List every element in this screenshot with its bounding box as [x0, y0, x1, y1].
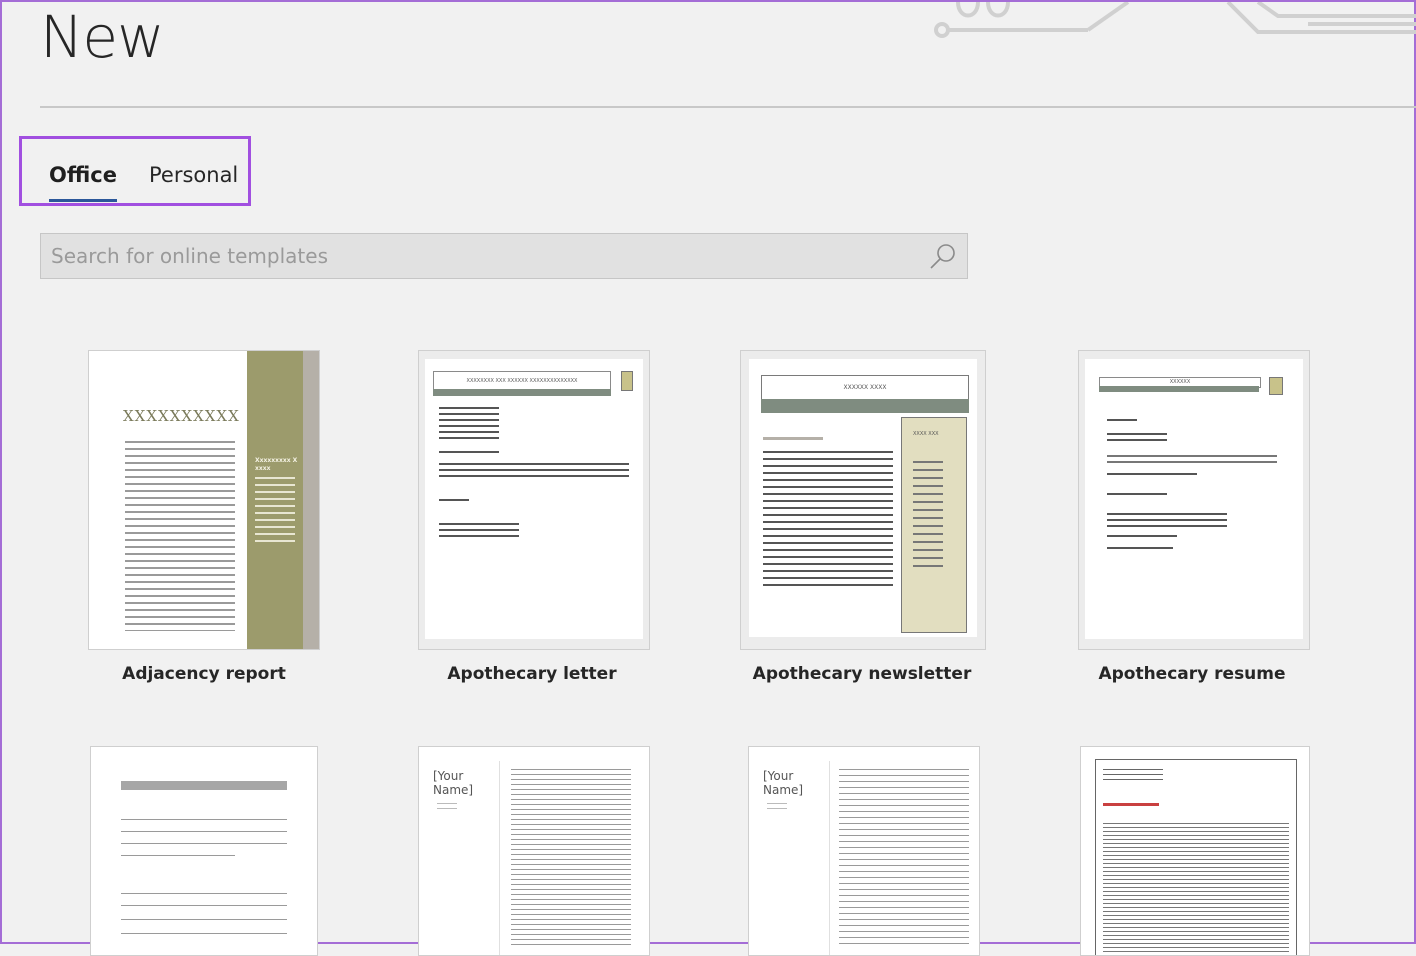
template-thumbnail: [Your Name] [418, 746, 650, 956]
thumb-title: [Your Name] [433, 769, 474, 797]
search-icon[interactable] [929, 242, 957, 270]
template-name: Apothecary newsletter [752, 664, 972, 684]
template-thumbnail [90, 746, 318, 956]
template-name: Adjacency report [122, 664, 286, 684]
template-thumbnail: XXXXXXXXXX Xxxxxxxxx X xxxx [88, 350, 320, 650]
tab-personal-label: Personal [149, 163, 239, 187]
tab-personal[interactable]: Personal [149, 163, 238, 187]
thumb-title: XXXXXX XXXX [761, 375, 969, 401]
page-title: New [40, 3, 165, 71]
template-tabs: Office Personal [19, 136, 251, 206]
template-name: Apothecary letter [447, 664, 617, 684]
template-thumbnail: XXXXXXXX XXX XXXXXX XXXXXXXXXXXXXX [418, 350, 650, 650]
tab-office[interactable]: Office [49, 163, 117, 202]
template-thumbnail: XXXXXX XXXX XXXX XXX [740, 350, 986, 650]
tab-office-label: Office [49, 163, 117, 187]
template-thumbnail [1080, 746, 1310, 956]
header-divider [40, 106, 1416, 108]
new-document-screen: { "page": { "title": "New" }, "tabs": [ … [0, 0, 1416, 956]
template-name: Apothecary resume [1098, 664, 1286, 684]
thumb-title: XXXXXXXX XXX XXXXXX XXXXXXXXXXXXXX [433, 371, 611, 391]
template-thumbnail: XXXXXX [1078, 350, 1310, 650]
thumb-side-text: XXXX XXX [913, 431, 939, 437]
thumb-title: XXXXXXXXXX [123, 407, 240, 425]
search-input[interactable] [41, 234, 921, 278]
thumb-side-text: Xxxxxxxxx X xxxx [255, 457, 298, 472]
circuit-decoration [934, 2, 1416, 38]
template-thumbnail: [Your Name] [748, 746, 980, 956]
tab-selected-indicator [49, 199, 117, 202]
template-search-box [40, 233, 968, 279]
thumb-title: [Your Name] [763, 769, 804, 797]
